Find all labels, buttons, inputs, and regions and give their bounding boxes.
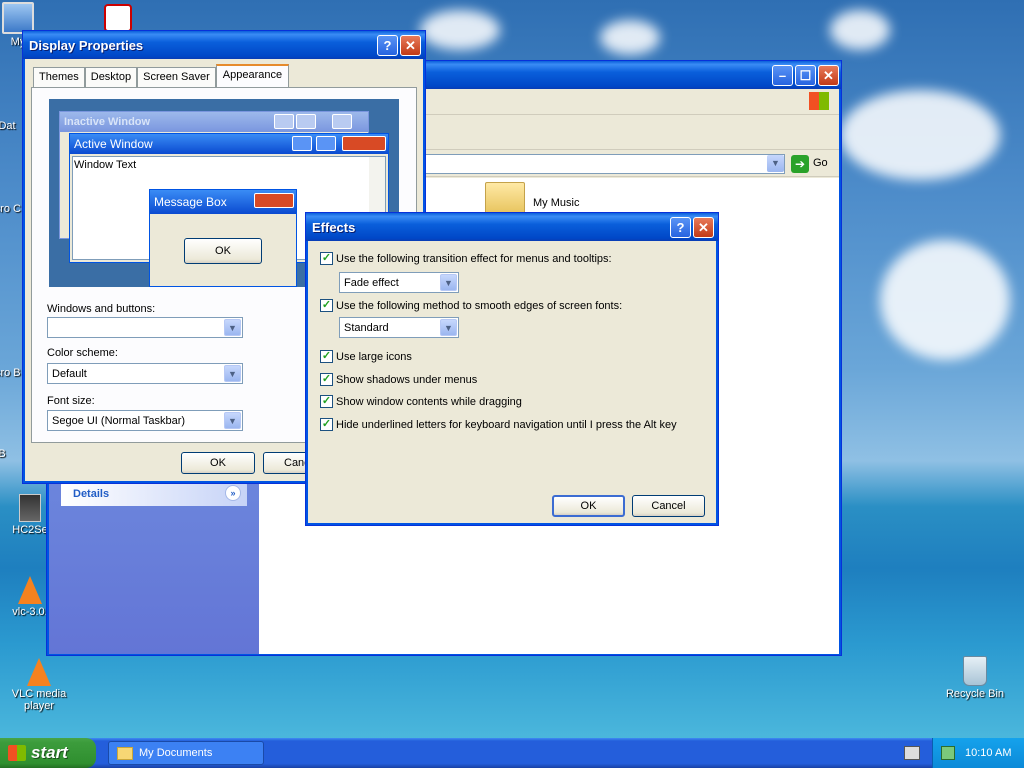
transition-effect-checkbox[interactable]: ✓ Use the following transition effect fo… <box>320 252 612 265</box>
maximize-button[interactable]: ☐ <box>795 65 816 86</box>
chevron-down-icon[interactable]: ▼ <box>440 274 457 291</box>
close-button[interactable]: ✕ <box>693 217 714 238</box>
windows-logo-icon <box>809 92 829 110</box>
minimize-button[interactable]: – <box>772 65 793 86</box>
taskbar: start My Documents 10:10 AM <box>0 738 1024 768</box>
chevron-down-icon[interactable]: ▼ <box>224 412 241 429</box>
preview-maximize-icon <box>316 136 336 151</box>
go-arrow-icon[interactable]: ➔ <box>791 155 809 173</box>
desktop-icon-microsoft-2[interactable]: Micro B <box>0 367 22 379</box>
check-icon[interactable]: ✓ <box>320 373 333 386</box>
my-music-folder-icon[interactable] <box>485 182 525 216</box>
chevron-down-icon[interactable]: ▼ <box>224 319 241 336</box>
ok-button[interactable]: OK <box>181 452 255 474</box>
font-size-select[interactable]: Segoe UI (Normal Taskbar) ▼ <box>47 410 243 431</box>
chevron-down-icon[interactable]: ▼ <box>224 365 241 382</box>
help-button[interactable]: ? <box>377 35 398 56</box>
preview-minimize-icon <box>292 136 312 151</box>
cloud <box>880 240 1010 360</box>
menu-shadows-checkbox[interactable]: ✓ Show shadows under menus <box>320 373 477 386</box>
close-button[interactable]: ✕ <box>818 65 839 86</box>
chevron-down-icon[interactable]: » <box>225 485 241 501</box>
chevron-down-icon[interactable]: ▼ <box>440 319 457 336</box>
my-music-label[interactable]: My Music <box>533 197 579 209</box>
vlc-icon <box>27 658 51 686</box>
preview-close-icon <box>342 136 386 151</box>
preview-ok-button: OK <box>184 238 262 264</box>
cancel-button[interactable]: Cancel <box>632 495 705 517</box>
tab-appearance[interactable]: Appearance <box>215 64 290 87</box>
details-panel-header[interactable]: Details » <box>61 482 247 506</box>
desktop-icon-vlc[interactable]: VLC media player <box>4 658 74 712</box>
go-button[interactable]: Go <box>813 157 828 169</box>
system-tray: 10:10 AM <box>932 738 1024 768</box>
app-shortcut-icon[interactable] <box>104 4 132 32</box>
color-scheme-label: Color scheme: <box>47 347 118 359</box>
vlc-icon <box>18 576 42 604</box>
check-icon[interactable]: ✓ <box>320 299 333 312</box>
color-scheme-select[interactable]: Default ▼ <box>47 363 243 384</box>
check-icon[interactable]: ✓ <box>320 395 333 408</box>
cloud <box>600 20 660 55</box>
taskbar-item-my-documents[interactable]: My Documents <box>108 741 264 765</box>
desktop-icon-microsoft-1[interactable]: Micro C <box>0 203 22 215</box>
recycle-bin-icon <box>963 656 987 686</box>
address-dropdown-button[interactable]: ▼ <box>767 155 784 172</box>
desktop-icon-b[interactable]: B <box>0 448 22 460</box>
windows-logo-icon <box>8 745 26 761</box>
cloud <box>830 10 890 50</box>
windows-buttons-label: Windows and buttons: <box>47 303 156 315</box>
check-icon[interactable]: ✓ <box>320 418 333 431</box>
check-icon[interactable]: ✓ <box>320 350 333 363</box>
check-icon[interactable]: ✓ <box>320 252 333 265</box>
smooth-fonts-select[interactable]: Standard ▼ <box>339 317 459 338</box>
start-button[interactable]: start <box>0 738 96 768</box>
network-icon[interactable] <box>941 746 955 760</box>
cloud <box>420 10 500 50</box>
desktop: My Dat Micro C Micro B B HC2Se vlc-3.0. … <box>0 0 1024 768</box>
folder-icon <box>117 746 133 760</box>
font-size-label: Font size: <box>47 395 95 407</box>
tab-strip: Themes Desktop Screen Saver Appearance <box>33 64 290 87</box>
windows-buttons-select[interactable]: ▼ <box>47 317 243 338</box>
preview-close-icon <box>332 114 352 129</box>
effects-dialog[interactable]: Effects ? ✕ ✓ Use the following transiti… <box>305 212 719 526</box>
installer-icon <box>19 494 41 522</box>
desktop-icon-recycle-bin[interactable]: Recycle Bin <box>940 656 1010 700</box>
preview-maximize-icon <box>296 114 316 129</box>
display-properties-titlebar[interactable]: Display Properties <box>23 31 425 59</box>
tab-themes[interactable]: Themes <box>33 67 85 87</box>
clock[interactable]: 10:10 AM <box>965 747 1011 759</box>
help-button[interactable]: ? <box>670 217 691 238</box>
tab-desktop[interactable]: Desktop <box>84 67 138 87</box>
cloud <box>840 90 1000 180</box>
drag-contents-checkbox[interactable]: ✓ Show window contents while dragging <box>320 395 522 408</box>
effects-titlebar[interactable]: Effects <box>306 213 718 241</box>
hide-underlines-checkbox[interactable]: ✓ Hide underlined letters for keyboard n… <box>320 418 677 431</box>
ok-button[interactable]: OK <box>552 495 625 517</box>
keyboard-icon[interactable] <box>904 746 920 760</box>
tab-screen-saver[interactable]: Screen Saver <box>137 67 216 87</box>
large-icons-checkbox[interactable]: ✓ Use large icons <box>320 350 412 363</box>
preview-message-box: Message Box OK <box>149 189 297 287</box>
smooth-fonts-checkbox[interactable]: ✓ Use the following method to smooth edg… <box>320 299 622 312</box>
close-button[interactable]: ✕ <box>400 35 421 56</box>
transition-effect-select[interactable]: Fade effect ▼ <box>339 272 459 293</box>
preview-minimize-icon <box>274 114 294 129</box>
preview-close-icon <box>254 193 294 208</box>
